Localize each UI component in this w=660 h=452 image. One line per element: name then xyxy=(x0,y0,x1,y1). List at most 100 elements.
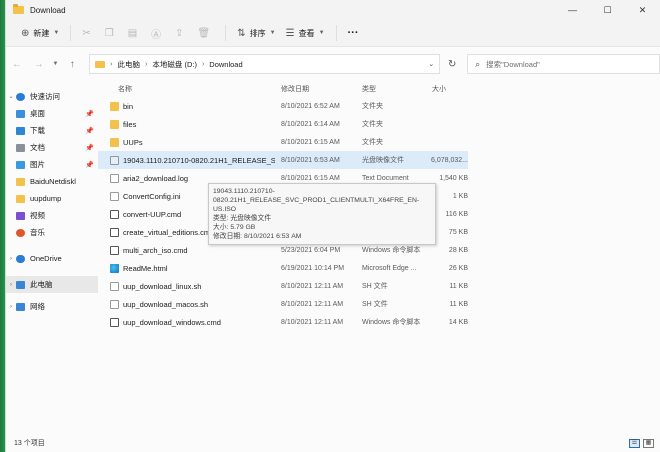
recent-dropdown[interactable]: ▼ xyxy=(50,61,62,67)
tooltip-line: 修改日期: 8/10/2021 6:53 AM xyxy=(213,233,302,240)
sidebar-item-label: 图片 xyxy=(30,160,45,169)
pin-icon: 📌 xyxy=(85,161,94,169)
script-icon xyxy=(110,317,119,327)
sidebar-item-uupdump[interactable]: uupdump xyxy=(6,190,98,207)
breadcrumb-drive[interactable]: 本地磁盘 (D:) xyxy=(152,59,197,70)
pin-icon: 📌 xyxy=(85,144,94,152)
file-row[interactable]: uup_download_linux.sh 8/10/2021 12:11 AM S… xyxy=(98,277,660,295)
file-name: 19043.1110.210710-0820.21H1_RELEASE_SV..… xyxy=(123,155,275,165)
address-history-dropdown[interactable]: ⌄ xyxy=(423,60,439,68)
file-date: 8/10/2021 6:53 AM xyxy=(281,156,340,164)
sidebar-item-label: 音乐 xyxy=(30,228,45,237)
address-bar: ← → ▼ ↑ › 此电脑 › 本地磁盘 (D:) › Download ⌄ ↻… xyxy=(6,47,660,81)
script-icon xyxy=(110,245,119,255)
file-row[interactable]: ReadMe.html 6/19/2021 10:14 PM Microsoft E… xyxy=(98,259,660,277)
file-row[interactable]: uup_download_windows.cmd 8/10/2021 12:11 … xyxy=(98,313,660,331)
sidebar-item-desktop[interactable]: 桌面 📌 xyxy=(6,105,98,122)
delete-icon: 🗑 xyxy=(197,27,211,39)
file-date: 8/10/2021 6:52 AM xyxy=(281,102,340,110)
forward-button[interactable]: → xyxy=(28,59,50,70)
cloud-icon xyxy=(16,254,25,263)
chevron-right-icon: › xyxy=(110,60,113,68)
sort-icon: ⇅ xyxy=(237,27,246,39)
sidebar-item-label: BaiduNetdiskl xyxy=(30,177,76,186)
sidebar-item-music[interactable]: 音乐 xyxy=(6,224,98,241)
music-icon xyxy=(16,228,25,237)
share-button[interactable]: ⇪ xyxy=(170,23,192,43)
sort-label: 排序 xyxy=(249,28,266,38)
cut-button[interactable]: ✂ xyxy=(77,23,99,43)
back-button[interactable]: ← xyxy=(6,59,28,70)
file-row[interactable]: bin 8/10/2021 6:52 AM 文件夹 xyxy=(98,97,660,115)
details-view-button[interactable]: ☰ xyxy=(629,438,640,448)
sidebar-item-quick-access[interactable]: ⌄ 快速访问 xyxy=(6,88,98,105)
new-label: 新建 xyxy=(33,28,50,38)
column-date[interactable]: 修改日期 xyxy=(281,84,309,94)
new-button[interactable]: ⊕ 新建 ▼ xyxy=(16,23,64,43)
script-icon xyxy=(110,227,119,237)
view-button[interactable]: ☰ 查看 ▼ xyxy=(281,23,330,43)
address-field[interactable]: › 此电脑 › 本地磁盘 (D:) › Download ⌄ xyxy=(89,54,441,74)
sidebar-item-label: 下载 xyxy=(30,126,45,135)
title-bar: Download — ☐ ✕ xyxy=(6,0,660,20)
tooltip-line: 大小: 5.79 GB xyxy=(213,224,256,231)
file-row[interactable]: UUPs 8/10/2021 6:15 AM 文件夹 xyxy=(98,133,660,151)
copy-button[interactable]: ❐ xyxy=(100,23,123,43)
file-date: 8/10/2021 6:15 AM xyxy=(281,138,340,146)
chevron-right-icon: › xyxy=(201,60,205,68)
close-button[interactable]: ✕ xyxy=(625,0,660,20)
chevron-right-icon: › xyxy=(10,281,12,288)
paste-icon: ▤ xyxy=(127,27,138,39)
breadcrumb-download[interactable]: Download xyxy=(209,60,242,69)
chevron-down-icon: ▼ xyxy=(53,30,60,36)
sidebar-item-downloads[interactable]: 下载 📌 xyxy=(6,122,98,139)
folder-icon xyxy=(95,60,106,68)
file-type: 文件夹 xyxy=(362,139,383,146)
sidebar-item-network[interactable]: › 网络 xyxy=(6,298,98,315)
paste-button[interactable]: ▤ xyxy=(123,23,146,43)
chevron-right-icon: › xyxy=(10,303,12,310)
minimize-button[interactable]: — xyxy=(555,0,590,20)
file-icon xyxy=(110,281,119,291)
column-type[interactable]: 类型 xyxy=(362,84,376,94)
file-date: 8/10/2021 12:11 AM xyxy=(281,300,344,308)
file-row[interactable]: files 8/10/2021 6:14 AM 文件夹 xyxy=(98,115,660,133)
tiles-view-button[interactable]: ▦ xyxy=(643,438,654,448)
delete-button[interactable]: 🗑 xyxy=(193,23,220,43)
view-icon: ☰ xyxy=(285,27,295,39)
sort-button[interactable]: ⇅ 排序 ▼ xyxy=(232,23,280,43)
document-icon xyxy=(16,143,25,152)
column-size[interactable]: 大小 xyxy=(432,84,446,94)
sidebar-item-pictures[interactable]: 图片 📌 xyxy=(6,156,98,173)
sidebar-item-label: 视频 xyxy=(30,211,45,220)
search-box[interactable]: ⌕ xyxy=(467,54,660,74)
file-type: 文件夹 xyxy=(362,103,383,110)
refresh-button[interactable]: ↻ xyxy=(440,59,464,70)
column-name[interactable]: 名称 xyxy=(118,84,132,94)
sidebar-item-documents[interactable]: 文档 📌 xyxy=(6,139,98,156)
breadcrumb-this-pc[interactable]: 此电脑 xyxy=(118,59,141,70)
sidebar-item-baidunetdisk[interactable]: BaiduNetdiskl xyxy=(6,173,98,190)
sidebar-item-this-pc[interactable]: › 此电脑 xyxy=(6,276,98,293)
more-button[interactable]: ··· xyxy=(343,23,364,43)
file-row[interactable]: uup_download_macos.sh 8/10/2021 12:11 AM S… xyxy=(98,295,660,313)
command-bar: ⊕ 新建 ▼ ✂ ❐ ▤ Ⓐ ⇪ 🗑 ⇅ 排序 ▼ ☰ 查看 ▼ ··· xyxy=(6,20,660,47)
tooltip-line: 类型: 光盘映像文件 xyxy=(213,215,272,222)
view-toggle: ☰ ▦ xyxy=(629,438,654,448)
maximize-button[interactable]: ☐ xyxy=(590,0,625,20)
folder-icon xyxy=(110,119,119,129)
file-type: 光盘映像文件 xyxy=(362,157,404,164)
sidebar-item-label: 桌面 xyxy=(30,109,45,118)
up-button[interactable]: ↑ xyxy=(61,59,83,70)
file-tooltip: 19043.1110.210710- 0820.21H1_RELEASE_SVC… xyxy=(208,183,436,245)
sidebar-item-onedrive[interactable]: › OneDrive xyxy=(6,250,98,267)
rename-button[interactable]: Ⓐ xyxy=(146,23,170,43)
edge-icon xyxy=(110,263,119,273)
search-input[interactable] xyxy=(486,59,647,69)
file-row[interactable]: 19043.1110.210710-0820.21H1_RELEASE_SV..… xyxy=(98,151,468,169)
folder-icon xyxy=(16,194,25,203)
folder-icon xyxy=(16,177,25,186)
pin-icon: 📌 xyxy=(85,127,94,135)
sidebar-item-videos[interactable]: 视频 xyxy=(6,207,98,224)
desktop-icon xyxy=(16,109,25,118)
